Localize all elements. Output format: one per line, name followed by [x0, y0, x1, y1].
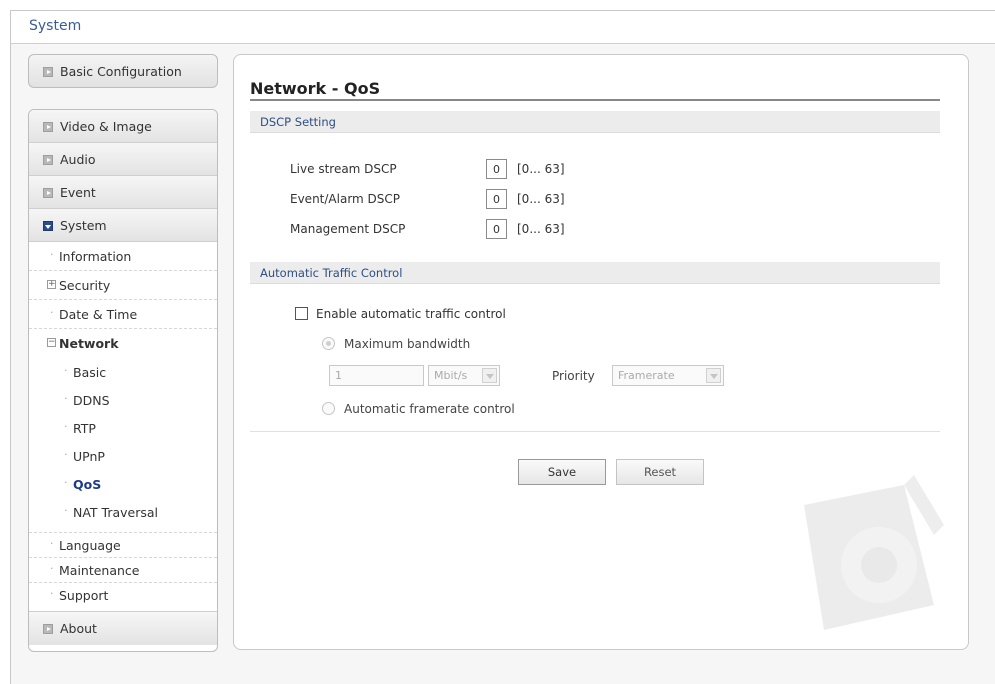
item-label: NAT Traversal [73, 505, 159, 520]
bullet-icon: · [64, 504, 68, 517]
sidebar-subitem-ddns[interactable]: · DDNS [29, 386, 217, 414]
sidebar-subitem-basic[interactable]: · Basic [29, 358, 217, 386]
enable-traffic-control-checkbox[interactable] [295, 307, 308, 320]
nav-system[interactable]: System [29, 209, 217, 242]
expand-arrow-icon [43, 188, 53, 198]
sidebar-item-maintenance[interactable]: · Maintenance [29, 558, 217, 583]
item-label: Basic [73, 365, 107, 380]
management-dscp-label: Management DSCP [290, 222, 406, 236]
save-button[interactable]: Save [518, 459, 606, 485]
collapse-arrow-icon [43, 221, 53, 231]
dropdown-arrow-icon [706, 368, 721, 383]
auto-framerate-label: Automatic framerate control [344, 402, 515, 416]
item-label: Date & Time [59, 307, 138, 322]
item-label: Security [59, 278, 111, 293]
traffic-section-header: Automatic Traffic Control [250, 262, 940, 284]
nav-label: System [60, 218, 107, 233]
expand-plus-icon[interactable]: + [47, 280, 56, 289]
sidebar-item-security[interactable]: + Security [29, 271, 217, 300]
item-label: Maintenance [59, 563, 140, 578]
sidebar-item-language[interactable]: · Language [29, 533, 217, 558]
nav-label: Video & Image [60, 119, 152, 134]
nav-audio[interactable]: Audio [29, 143, 217, 176]
event-alarm-dscp-label: Event/Alarm DSCP [290, 192, 401, 206]
max-bandwidth-radio[interactable] [322, 337, 335, 350]
enable-traffic-control-label: Enable automatic traffic control [316, 307, 506, 321]
item-label: DDNS [73, 393, 110, 408]
dscp-section-header: DSCP Setting [250, 111, 940, 133]
nav-event[interactable]: Event [29, 176, 217, 209]
bullet-icon: · [50, 248, 54, 261]
expand-arrow-icon [43, 122, 53, 132]
expand-arrow-icon [43, 67, 53, 77]
nav-video-image[interactable]: Video & Image [29, 110, 217, 143]
select-value: Mbit/s [434, 369, 468, 382]
sidebar-item-date-time[interactable]: · Date & Time [29, 300, 217, 329]
max-bandwidth-label: Maximum bandwidth [344, 337, 471, 351]
title-divider [250, 99, 940, 101]
reset-button[interactable]: Reset [616, 459, 704, 485]
select-value: Framerate [618, 369, 675, 382]
bullet-icon: · [50, 562, 54, 575]
form-divider [250, 431, 940, 432]
nav-basic-configuration[interactable]: Basic Configuration [28, 54, 218, 88]
sidebar-subitem-upnp[interactable]: · UPnP [29, 442, 217, 470]
page-title: Network - QoS [250, 79, 381, 98]
section-title: DSCP Setting [260, 115, 336, 129]
priority-select[interactable]: Framerate [612, 365, 724, 386]
bullet-icon: · [64, 448, 68, 461]
auto-framerate-radio[interactable] [322, 402, 335, 415]
bullet-icon: · [64, 392, 68, 405]
item-label: Information [59, 249, 132, 264]
sidebar-subitem-nat-traversal[interactable]: · NAT Traversal [29, 498, 217, 526]
bandwidth-input[interactable] [329, 365, 424, 386]
nav-about[interactable]: About [29, 611, 217, 645]
sidebar-subitem-qos[interactable]: · QoS [29, 470, 217, 498]
nav-label: Audio [60, 152, 96, 167]
dropdown-arrow-icon [482, 368, 497, 383]
collapse-minus-icon[interactable]: − [47, 338, 56, 347]
item-label: QoS [73, 477, 102, 492]
bullet-icon: · [50, 537, 54, 550]
range-hint: [0... 63] [517, 192, 565, 206]
item-label: Language [59, 538, 121, 553]
live-stream-dscp-input[interactable] [486, 159, 507, 179]
live-stream-dscp-label: Live stream DSCP [290, 162, 397, 176]
management-dscp-input[interactable] [486, 219, 507, 239]
sidebar-item-network[interactable]: − Network [29, 329, 217, 358]
expand-arrow-icon [43, 624, 53, 634]
item-label: RTP [73, 421, 96, 436]
camera-watermark-icon [804, 475, 944, 630]
bullet-icon: · [64, 420, 68, 433]
item-label: Support [59, 588, 109, 603]
item-label: Network [59, 336, 119, 351]
top-bar: System [11, 11, 995, 44]
bullet-icon: · [50, 306, 54, 319]
nav-group: Video & Image Audio Event System · Infor… [28, 109, 218, 652]
section-title: Automatic Traffic Control [260, 266, 403, 280]
bullet-icon: · [50, 587, 54, 600]
bullet-icon: · [64, 476, 68, 489]
priority-label: Priority [552, 369, 595, 383]
nav-label: About [60, 621, 97, 636]
sidebar-item-information[interactable]: · Information [29, 242, 217, 271]
nav-label: Event [60, 185, 96, 200]
network-subtree: − Network · Basic · DDNS · RTP · UPnP · … [29, 329, 217, 533]
item-label: UPnP [73, 449, 105, 464]
range-hint: [0... 63] [517, 162, 565, 176]
bullet-icon: · [64, 364, 68, 377]
header-title: System [29, 18, 82, 34]
expand-arrow-icon [43, 155, 53, 165]
sidebar-item-support[interactable]: · Support [29, 583, 217, 611]
main-panel: Network - QoS DSCP Setting Live stream D… [233, 54, 969, 650]
range-hint: [0... 63] [517, 222, 565, 236]
nav-label: Basic Configuration [60, 64, 182, 79]
sidebar-subitem-rtp[interactable]: · RTP [29, 414, 217, 442]
bandwidth-unit-select[interactable]: Mbit/s [428, 365, 500, 386]
event-alarm-dscp-input[interactable] [486, 189, 507, 209]
